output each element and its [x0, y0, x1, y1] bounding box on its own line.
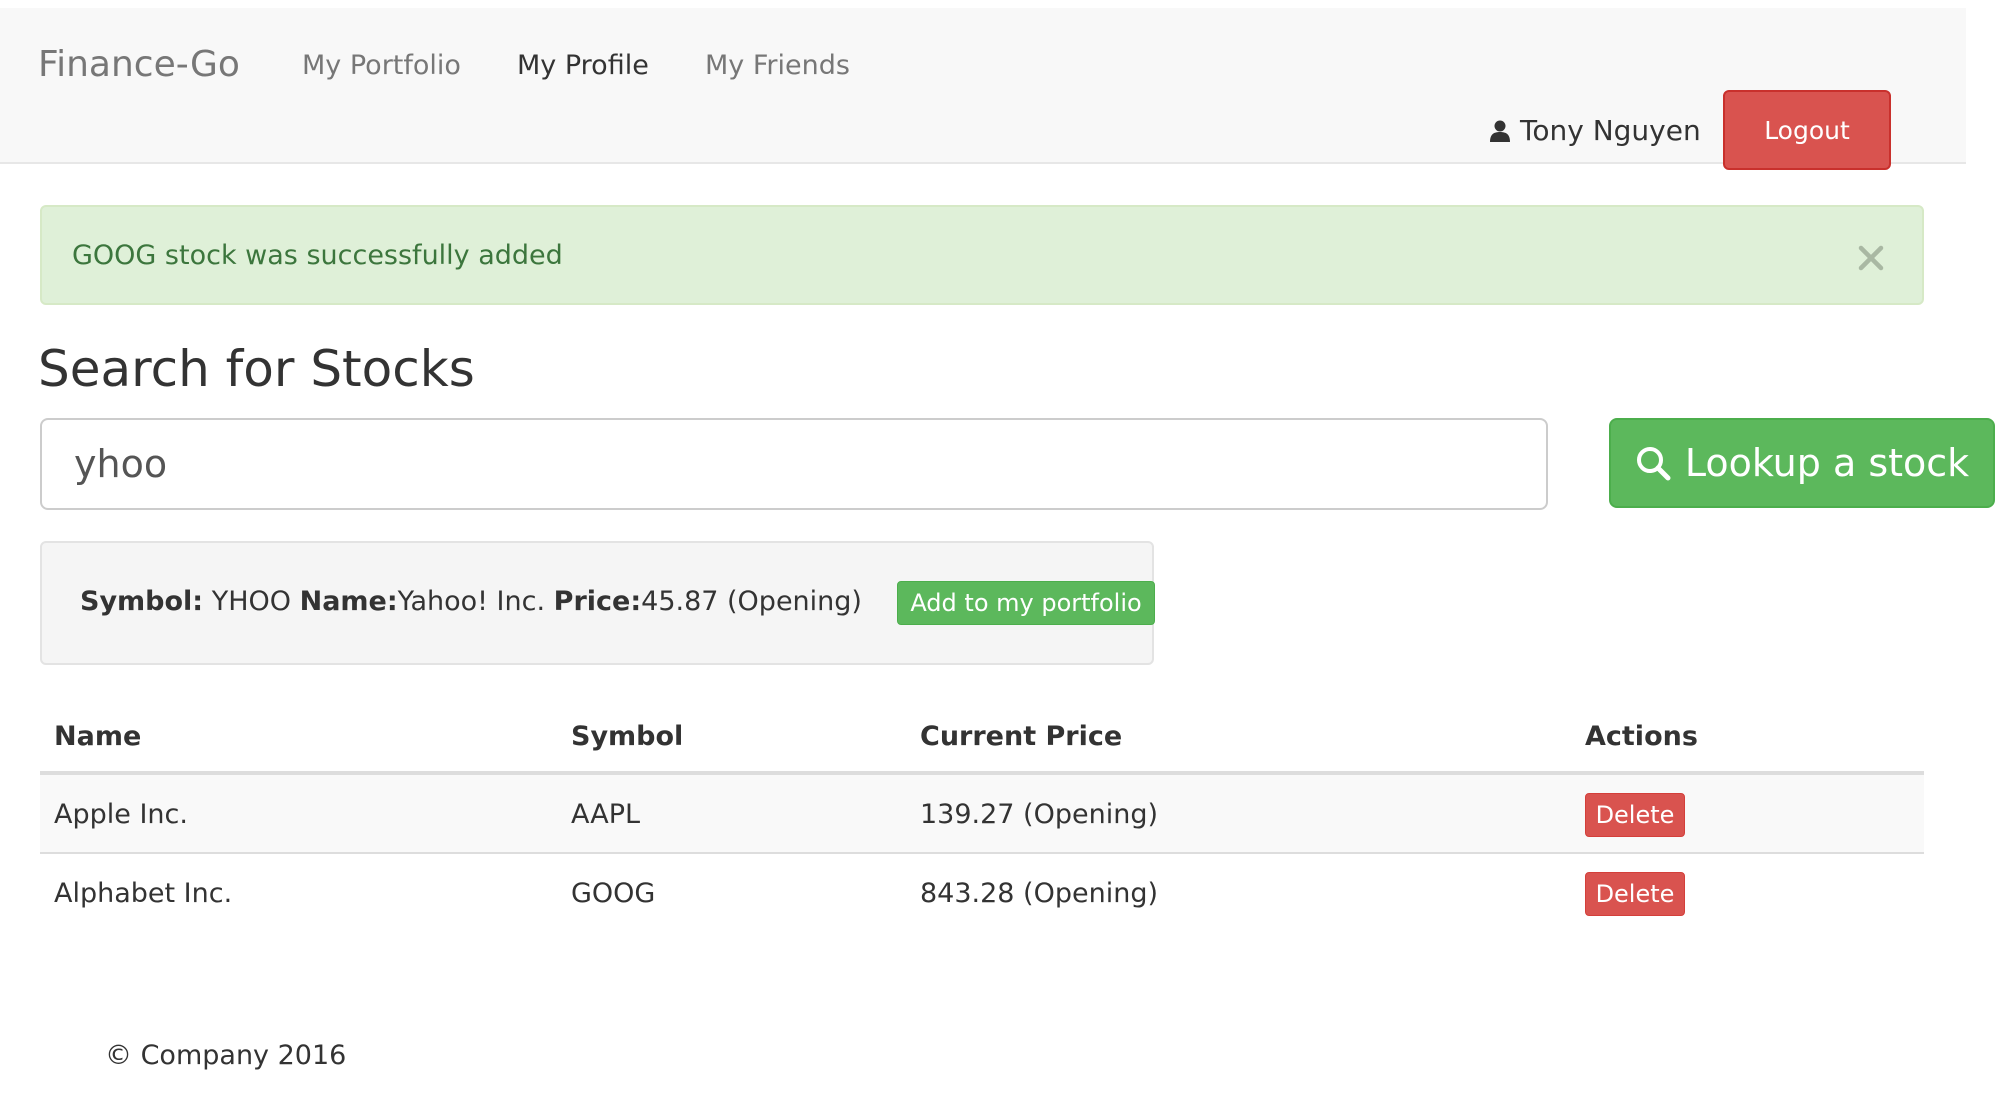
column-header-name: Name: [54, 721, 142, 752]
lookup-stock-button[interactable]: Lookup a stock: [1609, 418, 1995, 508]
page-title: Search for Stocks: [38, 340, 475, 398]
cell-symbol: AAPL: [571, 799, 641, 830]
user-icon: [1490, 120, 1510, 142]
lookup-stock-label: Lookup a stock: [1684, 441, 1970, 485]
user-name: Tony Nguyen: [1520, 114, 1701, 147]
column-header-current-price: Current Price: [920, 721, 1123, 752]
success-alert: GOOG stock was successfully added: [40, 205, 1924, 305]
cell-name: Apple Inc.: [54, 799, 188, 830]
cell-price: 139.27 (Opening): [920, 799, 1158, 830]
stock-search-input[interactable]: [40, 418, 1548, 510]
stock-result-line: Symbol: YHOO Name:Yahoo! Inc. Price:45.8…: [80, 586, 862, 617]
add-to-portfolio-button[interactable]: Add to my portfolio: [897, 581, 1155, 625]
brand-link[interactable]: Finance-Go: [38, 44, 240, 85]
stock-result: Symbol: YHOO Name:Yahoo! Inc. Price:45.8…: [40, 541, 1155, 665]
nav-link-my-portfolio[interactable]: My Portfolio: [302, 50, 461, 81]
nav-link-my-friends[interactable]: My Friends: [705, 50, 850, 81]
footer-copyright: © Company 2016: [105, 1040, 347, 1071]
cell-price: 843.28 (Opening): [920, 878, 1158, 909]
nav-link-my-profile[interactable]: My Profile: [517, 50, 649, 81]
table-row: Alphabet Inc. GOOG 843.28 (Opening) Dele…: [40, 854, 1924, 933]
column-header-symbol: Symbol: [571, 721, 684, 752]
navbar: Finance-Go My Portfolio My Profile My Fr…: [0, 8, 1966, 170]
portfolio-table: Name Symbol Current Price Actions Apple …: [40, 705, 1924, 933]
cell-symbol: GOOG: [571, 878, 656, 909]
cell-name: Alphabet Inc.: [54, 878, 233, 909]
result-price: 45.87 (Opening): [641, 586, 862, 617]
search-icon: [1636, 447, 1671, 481]
symbol-label: Symbol:: [80, 586, 204, 617]
delete-button[interactable]: Delete: [1585, 793, 1685, 837]
result-name: Yahoo! Inc.: [397, 586, 546, 617]
current-user: Tony Nguyen: [1490, 114, 1701, 147]
close-icon[interactable]: [1858, 245, 1884, 271]
table-row: Apple Inc. AAPL 139.27 (Opening) Delete: [40, 775, 1924, 854]
name-label: Name:: [299, 586, 398, 617]
column-header-actions: Actions: [1585, 721, 1698, 752]
table-header: Name Symbol Current Price Actions: [40, 705, 1924, 775]
price-label: Price:: [553, 586, 642, 617]
alert-message: GOOG stock was successfully added: [72, 240, 563, 271]
result-symbol: YHOO: [211, 586, 292, 617]
logout-button[interactable]: Logout: [1723, 90, 1891, 170]
delete-button[interactable]: Delete: [1585, 872, 1685, 916]
